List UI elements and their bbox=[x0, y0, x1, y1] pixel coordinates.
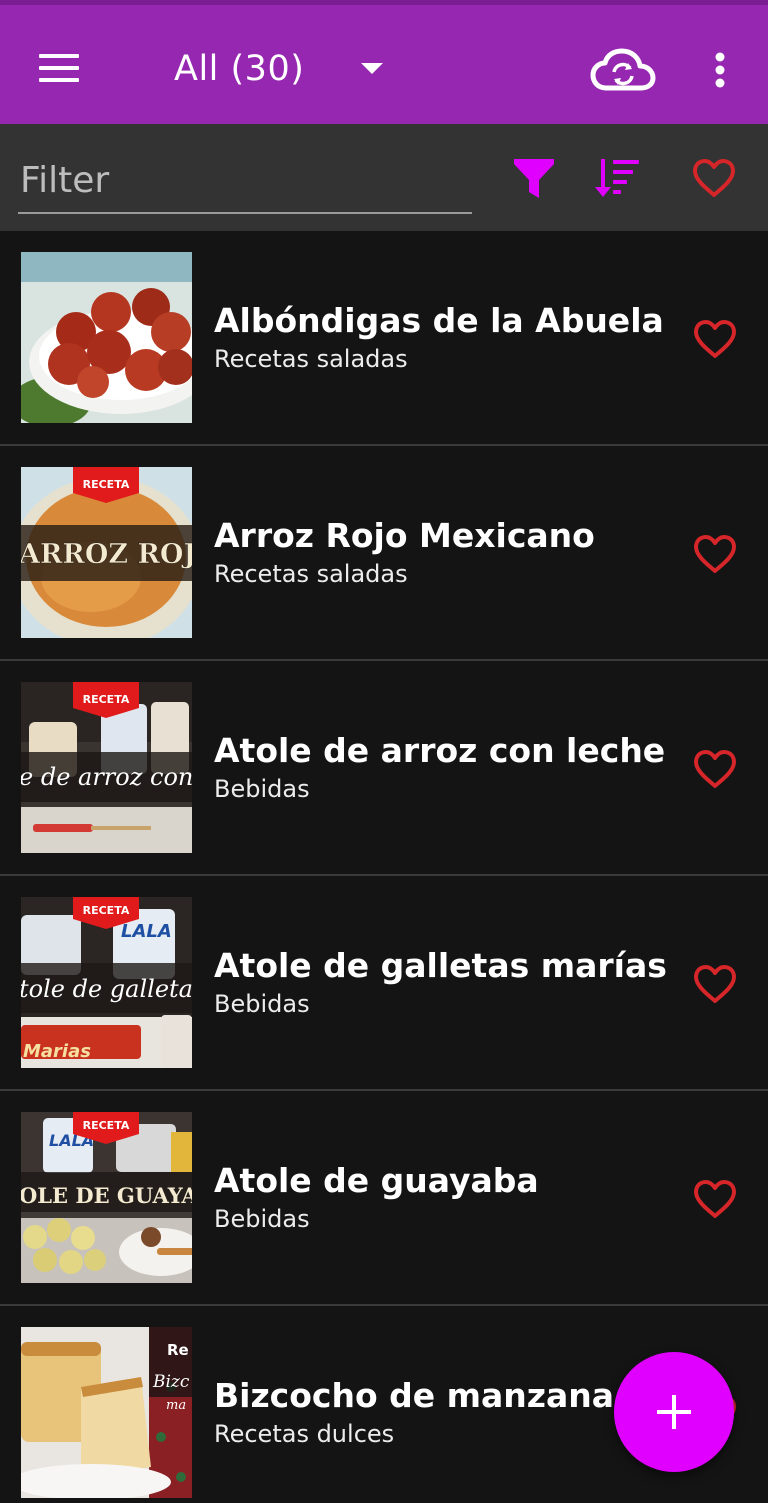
thumbnail-text: tole de galleta bbox=[21, 975, 192, 1003]
recipe-text: Atole de galletas marías Bebidas bbox=[214, 944, 674, 1020]
favorite-button[interactable] bbox=[688, 314, 742, 364]
favorite-button[interactable] bbox=[688, 744, 742, 794]
recipe-list: Albóndigas de la Abuela Recetas saladas … bbox=[0, 231, 768, 1503]
favorite-button[interactable] bbox=[688, 529, 742, 579]
heart-outline-icon bbox=[694, 965, 736, 1003]
thumbnail-text: ARROZ ROJ bbox=[21, 539, 192, 570]
recipe-category: Bebidas bbox=[214, 1205, 310, 1233]
recipe-text: Bizcocho de manzana Recetas dulces bbox=[214, 1374, 674, 1450]
thumbnail-badge: RECETA bbox=[83, 693, 130, 706]
thumbnail-badge: RECETA bbox=[83, 904, 130, 917]
heart-outline-icon bbox=[694, 750, 736, 788]
thumbnail-text: OLE DE GUAYA bbox=[21, 1183, 192, 1208]
recipe-row[interactable]: RECETA ARROZ ROJ Arroz Rojo Mexicano Rec… bbox=[0, 446, 768, 661]
thumbnail-badge: RECETA bbox=[83, 478, 130, 491]
recipe-thumbnail: LALA RECETA OLE DE GUAYA bbox=[21, 1112, 192, 1283]
thumbnail-text-3: ma bbox=[166, 1398, 186, 1413]
more-vert-icon bbox=[715, 52, 725, 88]
recipe-thumbnail: RECETA ARROZ ROJ bbox=[21, 467, 192, 638]
recipe-title: Arroz Rojo Mexicano bbox=[214, 516, 595, 555]
favorites-filter-button[interactable] bbox=[686, 150, 742, 206]
sort-button[interactable] bbox=[590, 150, 646, 206]
favorite-button[interactable] bbox=[688, 1174, 742, 1224]
recipe-text: Arroz Rojo Mexicano Recetas saladas bbox=[214, 514, 674, 590]
app-bar: All (30) bbox=[0, 0, 768, 124]
plus-icon bbox=[657, 1395, 691, 1429]
recipe-thumbnail: RECETA e de arroz con l bbox=[21, 682, 192, 853]
recipe-text: Atole de arroz con leche Bebidas bbox=[214, 729, 674, 805]
recipe-category: Recetas saladas bbox=[214, 560, 408, 588]
recipe-title: Atole de arroz con leche bbox=[214, 731, 666, 770]
recipe-row[interactable]: RECETA e de arroz con l Atole de arroz c… bbox=[0, 661, 768, 876]
recipe-category: Bebidas bbox=[214, 775, 310, 803]
menu-icon bbox=[39, 54, 79, 82]
sync-button[interactable] bbox=[584, 41, 662, 99]
thumbnail-brand: LALA bbox=[121, 921, 172, 942]
sort-icon bbox=[595, 159, 639, 197]
menu-button[interactable] bbox=[28, 37, 90, 99]
recipe-title: Atole de galletas marías bbox=[214, 946, 667, 985]
dropdown-arrow-icon bbox=[361, 63, 383, 74]
recipe-thumbnail: Re Bizc ma bbox=[21, 1327, 192, 1498]
recipe-category: Recetas saladas bbox=[214, 345, 408, 373]
category-dropdown-button[interactable] bbox=[352, 43, 392, 95]
recipe-category: Recetas dulces bbox=[214, 1420, 395, 1448]
recipe-title: Bizcocho de manzana bbox=[214, 1376, 614, 1415]
more-options-button[interactable] bbox=[700, 41, 740, 99]
recipe-text: Albóndigas de la Abuela Recetas saladas bbox=[214, 299, 674, 375]
filter-button[interactable] bbox=[506, 150, 562, 206]
favorite-button[interactable] bbox=[688, 959, 742, 1009]
recipe-title: Atole de guayaba bbox=[214, 1161, 539, 1200]
thumbnail-brand-2: Marias bbox=[23, 1041, 91, 1062]
funnel-icon bbox=[514, 159, 554, 198]
heart-outline-icon bbox=[694, 1180, 736, 1218]
thumbnail-text: Bizc bbox=[152, 1372, 190, 1392]
recipe-row[interactable]: LALA Marias RECETA tole de galleta Atole… bbox=[0, 876, 768, 1091]
recipe-thumbnail bbox=[21, 252, 192, 423]
recipe-category: Bebidas bbox=[214, 990, 310, 1018]
cloud-sync-icon bbox=[590, 48, 656, 91]
heart-outline-icon bbox=[694, 320, 736, 358]
recipe-title: Albóndigas de la Abuela bbox=[214, 301, 664, 340]
heart-outline-icon bbox=[693, 159, 735, 197]
recipe-text: Atole de guayaba Bebidas bbox=[214, 1159, 674, 1235]
recipe-thumbnail: LALA Marias RECETA tole de galleta bbox=[21, 897, 192, 1068]
recipe-row[interactable]: Albóndigas de la Abuela Recetas saladas bbox=[0, 231, 768, 446]
thumbnail-badge: RECETA bbox=[83, 1119, 130, 1132]
thumbnail-text-2: Re bbox=[167, 1341, 189, 1359]
category-selector[interactable]: All (30) bbox=[174, 43, 304, 95]
page-title: All (30) bbox=[174, 49, 305, 89]
recipe-row[interactable]: LALA RECETA OLE DE GUAYA Atole de guayab… bbox=[0, 1091, 768, 1306]
filter-input[interactable] bbox=[18, 148, 472, 214]
add-recipe-button[interactable] bbox=[614, 1352, 734, 1472]
thumbnail-text: e de arroz con l bbox=[21, 763, 192, 791]
heart-outline-icon bbox=[694, 535, 736, 573]
